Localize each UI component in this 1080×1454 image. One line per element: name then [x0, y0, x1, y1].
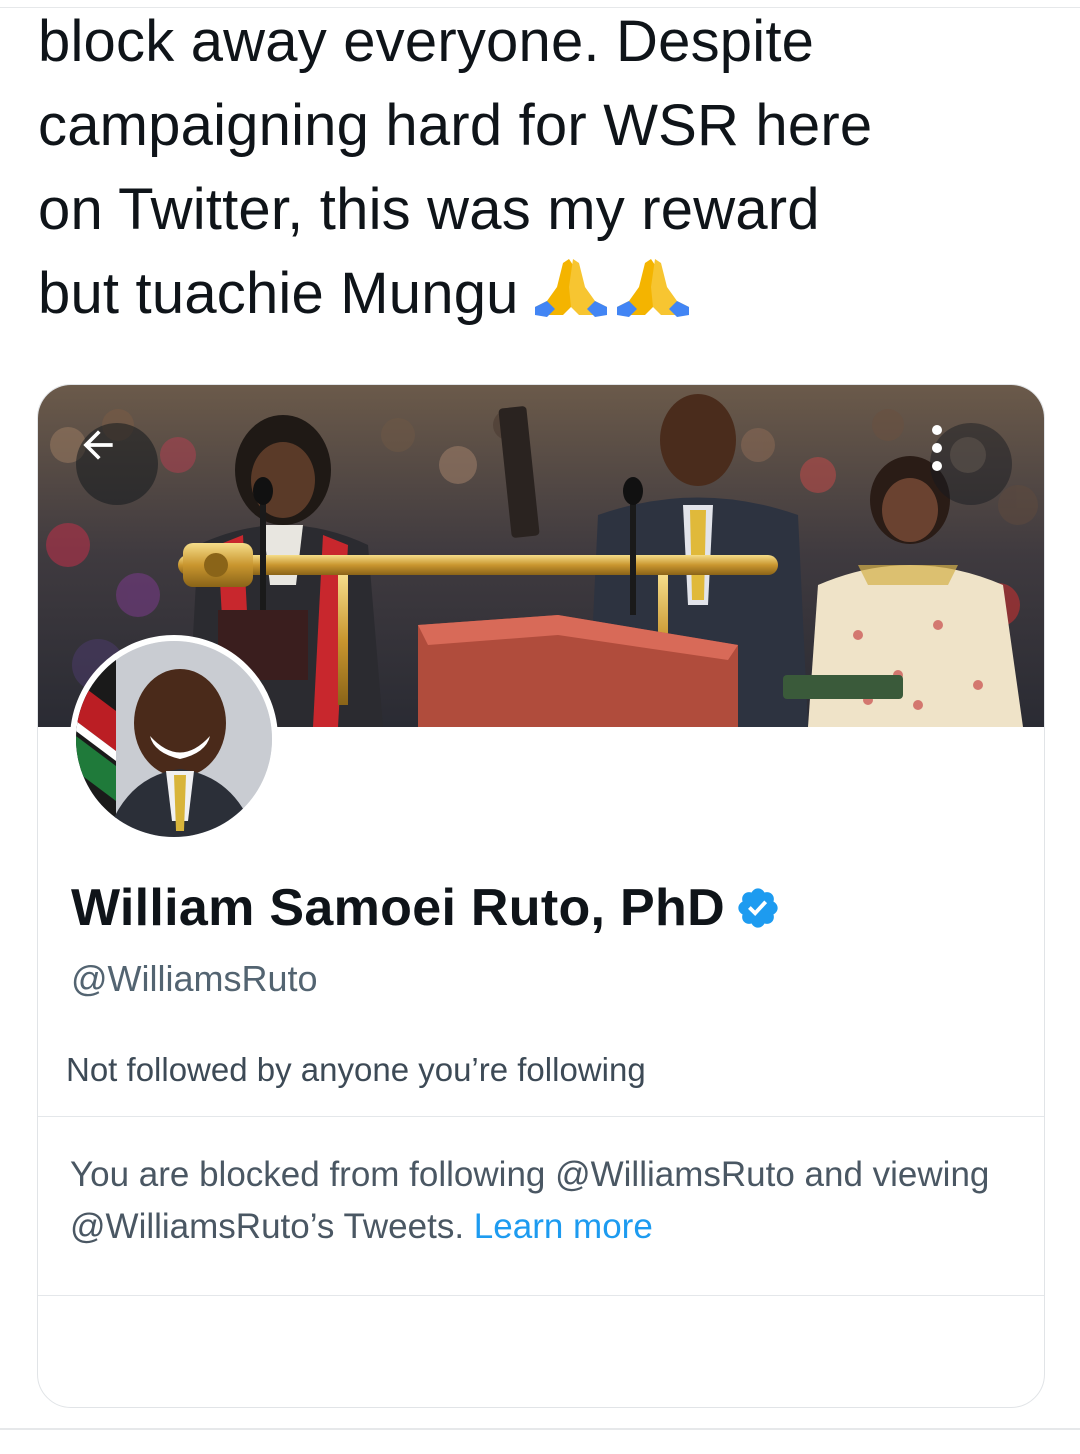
- display-name-text: William Samoei Ruto, PhD: [71, 879, 725, 937]
- bottom-divider: [0, 1428, 1080, 1430]
- profile-handle: @WilliamsRuto: [71, 958, 318, 999]
- tweet-line-3: on Twitter, this was my reward: [38, 177, 820, 242]
- blocked-notice: You are blocked from following @Williams…: [70, 1149, 1010, 1253]
- more-options-icon: [932, 425, 942, 471]
- tweet-text: block away everyone. Despite campaigning…: [38, 0, 1048, 340]
- tweet-line-2: campaigning hard for WSR here: [38, 93, 873, 158]
- avatar-photo: [76, 641, 272, 837]
- more-options-button[interactable]: [930, 423, 1012, 505]
- verified-badge-icon: [735, 884, 781, 944]
- followers-you-know-note: Not followed by anyone you’re following: [66, 1051, 646, 1088]
- display-name: William Samoei Ruto, PhD: [71, 878, 781, 944]
- profile-card[interactable]: William Samoei Ruto, PhD @WilliamsRuto N…: [37, 384, 1045, 1408]
- back-arrow-icon: [83, 430, 113, 460]
- folded-hands-icon: [534, 259, 689, 317]
- avatar[interactable]: [70, 635, 278, 843]
- divider: [38, 1295, 1044, 1296]
- tweet-line-4: but tuachie Mungu: [38, 252, 1048, 340]
- tweet-line-1: block away everyone. Despite: [38, 9, 815, 74]
- divider: [38, 1116, 1044, 1117]
- back-button[interactable]: [76, 423, 158, 505]
- folded-hands-emoji-group: [533, 256, 693, 340]
- learn-more-link[interactable]: Learn more: [474, 1207, 653, 1246]
- tweet-line-4-text: but tuachie Mungu: [38, 261, 519, 326]
